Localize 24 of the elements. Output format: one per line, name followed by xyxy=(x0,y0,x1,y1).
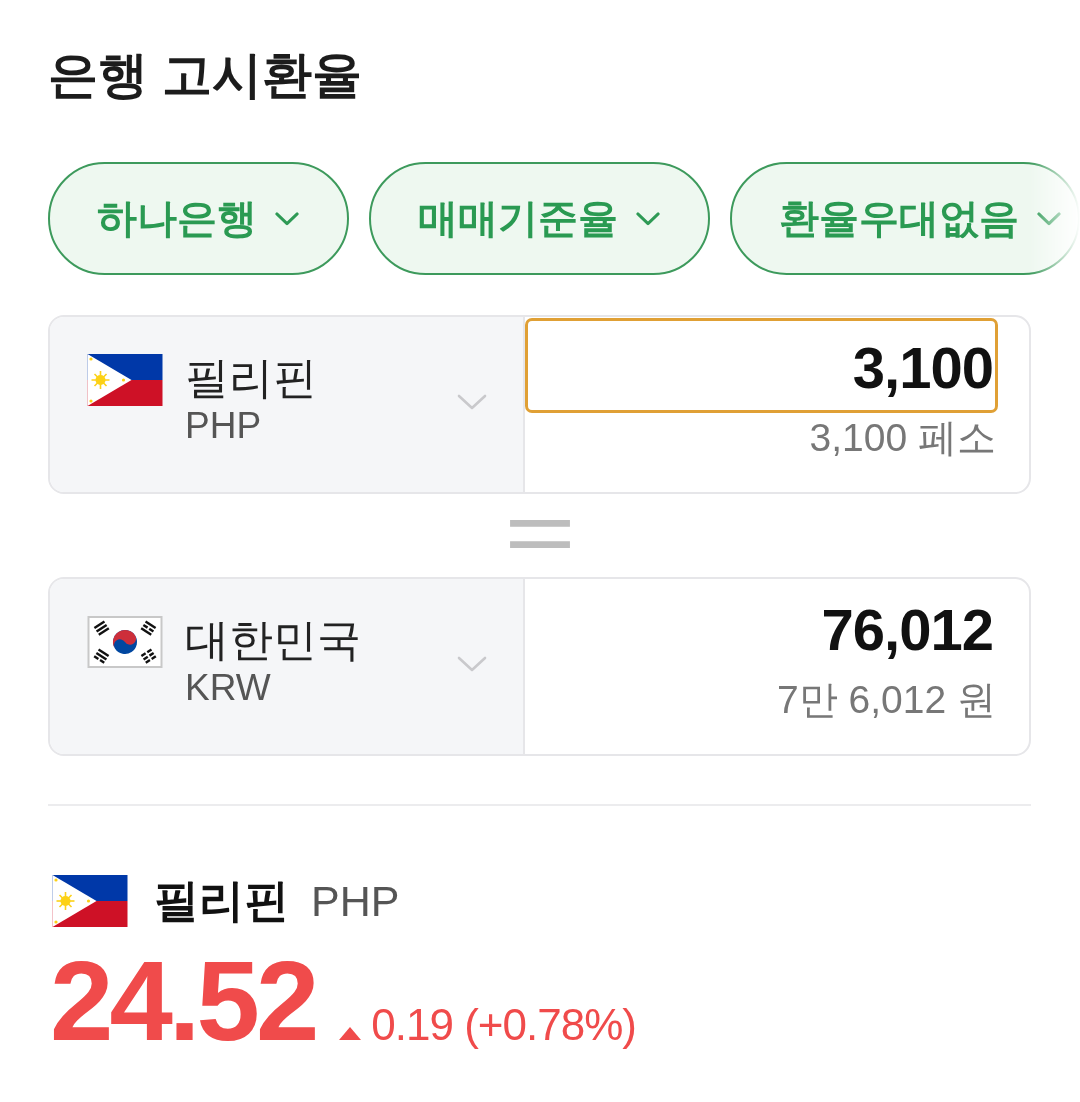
country-name: 필리핀 xyxy=(154,874,289,928)
philippines-flag-icon xyxy=(87,354,163,406)
page-title: 은행 고시환율 xyxy=(48,46,362,105)
currency-select[interactable]: 필리핀 PHP xyxy=(50,317,525,492)
currency-select[interactable]: 대한민국 KRW xyxy=(50,579,525,754)
equals-icon xyxy=(509,520,570,548)
philippines-flag-icon xyxy=(52,875,128,927)
chevron-down-icon xyxy=(457,656,487,673)
currency-code: KRW xyxy=(185,666,272,710)
south-korea-flag-icon xyxy=(87,616,163,668)
country-name: 대한민국 xyxy=(185,614,361,666)
chevron-down-icon xyxy=(275,211,299,226)
amount-field[interactable]: 76,012 xyxy=(525,580,998,675)
chevron-down-icon xyxy=(457,394,487,411)
currency-code: PHP xyxy=(311,876,400,927)
amount-in-words: 3,100 페소 xyxy=(809,415,997,461)
country-name: 필리핀 xyxy=(185,352,317,404)
rate-change: 0.19 (+0.78%) xyxy=(371,999,636,1051)
chevron-down-icon xyxy=(1037,211,1061,226)
amount-field[interactable]: 3,100 xyxy=(525,318,998,413)
exchange-rate: 24.52 xyxy=(50,941,316,1061)
currency-code: PHP xyxy=(185,404,263,448)
chevron-down-icon xyxy=(636,211,660,226)
amount-in-words: 7만 6,012 원 xyxy=(777,677,997,723)
